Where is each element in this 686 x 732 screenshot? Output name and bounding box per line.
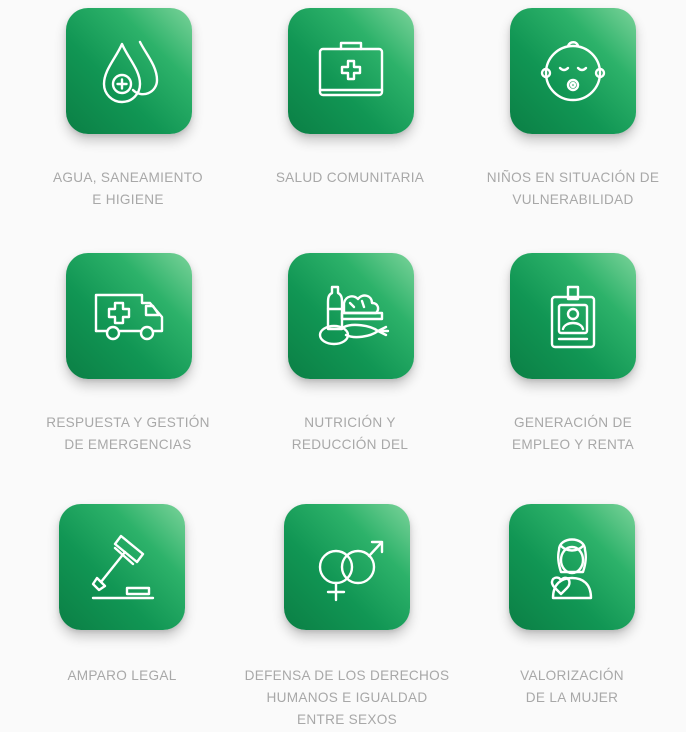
category-label-health: SALUD COMUNITARIA (275, 170, 425, 185)
water-drops-icon (102, 40, 159, 104)
ambulance-icon (94, 293, 164, 341)
category-tile-water[interactable] (66, 8, 192, 134)
category-label-emergency: RESPUESTA Y GESTIÓN DE EMERGENCIAS (46, 415, 210, 452)
woman-heart-icon (550, 538, 593, 600)
category-label-rights: DEFENSA DE LOS DERECHOS HUMANOS E IGUALD… (244, 668, 450, 727)
category-tile-employment[interactable] (510, 253, 636, 379)
category-label-employment: GENERACIÓN DE EMPLEO Y RENTA (511, 415, 635, 452)
first-aid-kit-icon (318, 41, 384, 97)
category-tile-nutrition[interactable] (288, 253, 414, 379)
category-label-women: VALORIZACIÓN DE LA MUJER (520, 668, 624, 705)
category-label-water: AGUA, SANEAMIENTO E HIGIENE (53, 170, 203, 207)
gavel-icon (91, 534, 155, 600)
category-tile-health[interactable] (288, 8, 414, 134)
gender-symbols-icon (318, 540, 384, 602)
category-label-nutrition: NUTRICIÓN Y REDUCCIÓN DEL (291, 415, 409, 452)
category-label-legal: AMPARO LEGAL (67, 668, 177, 683)
category-label-children: NIÑOS EN SITUACIÓN DE VULNERABILIDAD (486, 170, 660, 207)
category-tile-women[interactable] (509, 504, 635, 630)
baby-face-icon (540, 41, 606, 102)
id-badge-icon (550, 285, 596, 349)
category-tile-emergency[interactable] (66, 253, 192, 379)
category-tile-legal[interactable] (59, 504, 185, 630)
category-tile-children[interactable] (510, 8, 636, 134)
category-tile-rights[interactable] (284, 504, 410, 630)
food-basket-icon (318, 285, 390, 346)
